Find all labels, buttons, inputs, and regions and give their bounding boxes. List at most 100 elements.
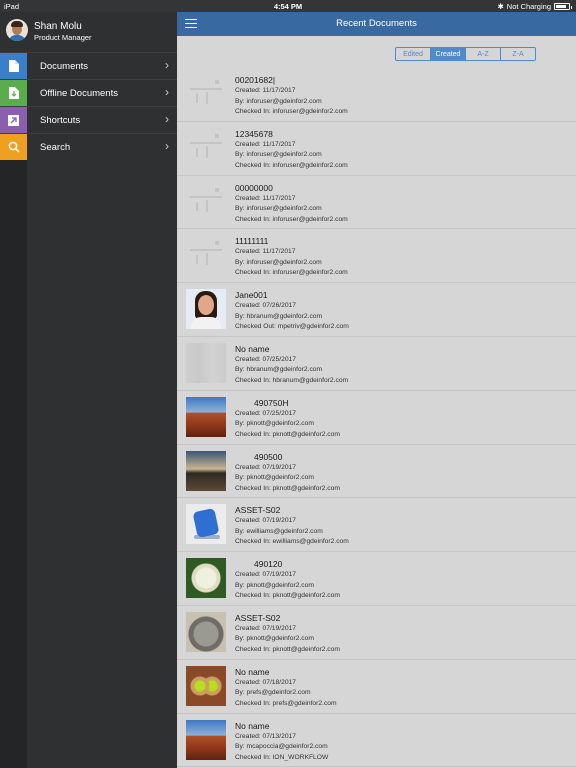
sidebar-item-label: Search: [40, 142, 71, 153]
battery-status: ✱ Not Charging: [497, 2, 572, 11]
document-icon: [0, 53, 27, 79]
document-author: By: inforuser@gdeinfor2.com: [235, 151, 322, 159]
document-name: 11111111: [235, 236, 269, 247]
document-checkin-status: Checked In: inforuser@gdeinfor2.com: [235, 215, 348, 223]
sidebar-item-label: Offline Documents: [40, 88, 118, 99]
charging-label: Not Charging: [506, 2, 551, 11]
document-checkin-status: Checked In: inforuser@gdeinfor2.com: [235, 161, 348, 169]
document-checkin-status: Checked In: inforuser@gdeinfor2.com: [235, 269, 348, 277]
sidebar-item-shortcuts[interactable]: Shortcuts ›: [0, 106, 177, 133]
document-author: By: pknott@gdeinfor2.com: [235, 420, 314, 428]
document-name: 00000000: [235, 182, 273, 193]
document-thumbnail: [186, 396, 226, 437]
document-created-date: Created: 07/19/2017: [235, 624, 296, 632]
sort-tab-edited[interactable]: Edited: [396, 48, 430, 60]
document-thumbnail: [186, 181, 226, 222]
sort-tab-created[interactable]: Created: [430, 48, 465, 60]
offline-document-icon: [0, 80, 27, 106]
document-author: By: inforuser@gdeinfor2.com: [235, 258, 322, 266]
document-name: 490500: [254, 451, 283, 462]
document-checkin-status: Checked In: ewilliams@gdeinfor2.com: [235, 538, 349, 546]
document-created-date: Created: 07/25/2017: [235, 355, 296, 363]
user-name: Shan Molu: [34, 21, 82, 32]
document-checkin-status: Checked In: pknott@gdeinfor2.com: [235, 484, 340, 492]
sidebar-item-documents[interactable]: Documents ›: [0, 52, 177, 79]
document-author: By: pknott@gdeinfor2.com: [235, 635, 314, 643]
search-icon: [0, 134, 27, 160]
sort-tab-za[interactable]: Z-A: [500, 48, 535, 60]
document-list: 00201682| Created: 11/17/2017 By: inforuse…: [177, 68, 576, 768]
document-row[interactable]: No name Created: 07/18/2017 By: prefs@gdei…: [177, 660, 576, 714]
sort-tab-az[interactable]: A-Z: [465, 48, 500, 60]
document-row[interactable]: 00201682| Created: 11/17/2017 By: inforuse…: [177, 68, 576, 122]
document-row[interactable]: ASSET-S02 Created: 07/19/2017 By: pknott@g…: [177, 606, 576, 660]
document-created-date: Created: 11/17/2017: [235, 248, 296, 256]
document-author: By: inforuser@gdeinfor2.com: [235, 97, 322, 105]
shortcut-icon: [0, 107, 27, 133]
sidebar-item-label: Shortcuts: [40, 115, 81, 126]
document-row[interactable]: 490750H Created: 07/25/2017 By: pknott@gde…: [177, 391, 576, 445]
user-profile[interactable]: Shan Molu Product Manager: [0, 12, 177, 52]
document-created-date: Created: 07/26/2017: [235, 302, 296, 310]
document-author: By: pknott@gdeinfor2.com: [235, 581, 314, 589]
document-name: ASSET-S02: [235, 612, 281, 623]
sidebar-item-label: Documents: [40, 61, 89, 72]
main-content: Recent Documents Edited Created A-Z Z-A 002…: [177, 12, 576, 768]
document-checkin-status: Checked In: inforuser@gdeinfor2.com: [235, 108, 348, 115]
document-created-date: Created: 11/17/2017: [235, 140, 296, 148]
document-created-date: Created: 11/17/2017: [235, 194, 296, 202]
document-name: No name: [235, 666, 270, 677]
bluetooth-icon: ✱: [497, 2, 504, 11]
document-name: 490120: [254, 559, 283, 570]
document-row[interactable]: 00000000 Created: 11/17/2017 By: inforuser…: [177, 176, 576, 230]
document-created-date: Created: 07/13/2017: [235, 732, 296, 740]
document-author: By: pknott@gdeinfor2.com: [235, 474, 314, 482]
top-bar: Recent Documents: [177, 12, 576, 36]
chevron-right-icon: ›: [165, 139, 169, 153]
document-row[interactable]: 12345678 Created: 11/17/2017 By: inforuser…: [177, 122, 576, 176]
document-created-date: Created: 07/18/2017: [235, 678, 296, 686]
document-thumbnail: [186, 558, 226, 599]
document-created-date: Created: 07/19/2017: [235, 463, 296, 471]
document-created-date: Created: 11/17/2017: [235, 87, 296, 94]
document-checkin-status: Checked In: ION_WORKFLOW: [235, 753, 329, 761]
document-author: By: inforuser@gdeinfor2.com: [235, 205, 322, 213]
document-thumbnail: [186, 127, 226, 168]
sidebar: Shan Molu Product Manager Documents › Offl…: [0, 12, 177, 768]
document-checkin-status: Checked In: pknott@gdeinfor2.com: [235, 645, 340, 653]
user-role: Product Manager: [34, 33, 92, 42]
document-thumbnail: [186, 342, 226, 383]
document-author: By: mcapoccia@gdeinfor2.com: [235, 743, 328, 751]
document-thumbnail: [186, 504, 226, 545]
document-row[interactable]: ASSET-S02 Created: 07/19/2017 By: ewilliam…: [177, 498, 576, 553]
document-thumbnail: [186, 235, 226, 276]
document-author: By: hbranum@gdeinfor2.com: [235, 312, 323, 320]
avatar: [6, 19, 28, 41]
document-created-date: Created: 07/19/2017: [235, 571, 296, 579]
document-row[interactable]: 490120 Created: 07/19/2017 By: pknott@gdei…: [177, 552, 576, 606]
document-name: No name: [235, 343, 270, 354]
document-thumbnail: [186, 289, 226, 330]
document-thumbnail: [186, 74, 226, 114]
document-row[interactable]: 490500 Created: 07/19/2017 By: pknott@gdei…: [177, 445, 576, 499]
document-name: No name: [235, 720, 270, 731]
document-checkin-status: Checked In: pknott@gdeinfor2.com: [235, 592, 340, 600]
chevron-right-icon: ›: [165, 112, 169, 126]
document-name: 00201682|: [235, 75, 276, 85]
document-author: By: ewilliams@gdeinfor2.com: [235, 527, 323, 535]
status-time: 4:54 PM: [273, 2, 303, 11]
chevron-right-icon: ›: [165, 58, 169, 72]
sidebar-item-offline-documents[interactable]: Offline Documents ›: [0, 79, 177, 106]
document-row[interactable]: No name Created: 07/13/2017 By: mcapoccia@…: [177, 714, 576, 768]
document-row[interactable]: Jane001 Created: 07/26/2017 By: hbranum@gd…: [177, 283, 576, 337]
document-thumbnail: [186, 611, 226, 652]
battery-icon: [554, 3, 572, 10]
sidebar-item-search[interactable]: Search ›: [0, 133, 177, 160]
page-title: Recent Documents: [336, 18, 417, 29]
document-row[interactable]: No name Created: 07/25/2017 By: hbranum@gd…: [177, 337, 576, 391]
document-row[interactable]: 11111111 Created: 11/17/2017 By: inforuser…: [177, 229, 576, 284]
document-author: By: hbranum@gdeinfor2.com: [235, 366, 323, 374]
document-thumbnail: [186, 719, 226, 760]
document-checkin-status: Checked In: pknott@gdeinfor2.com: [235, 430, 340, 438]
document-created-date: Created: 07/19/2017: [235, 517, 296, 525]
